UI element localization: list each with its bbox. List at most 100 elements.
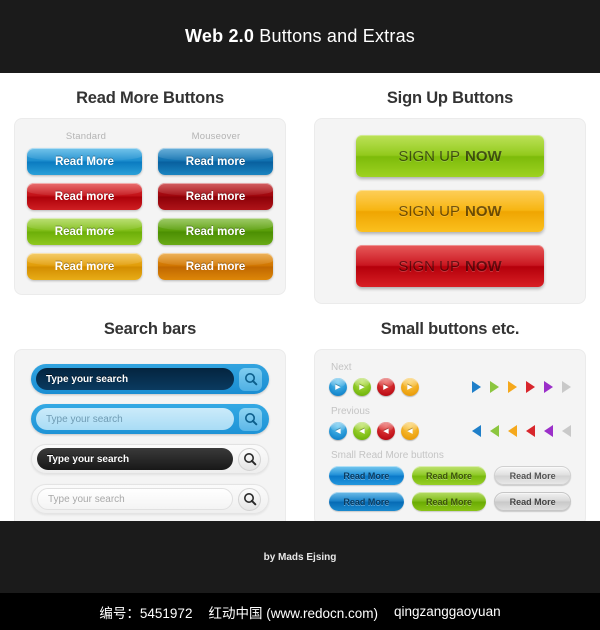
search-bar-light-gray[interactable]: Type your search	[31, 484, 269, 514]
small-read-more-gray-hover-label: Read More	[509, 496, 556, 507]
column-header-standard: Standard	[65, 131, 107, 142]
read-more-button-blue-standard[interactable]: Read More	[27, 148, 142, 175]
triangle-left-gray-icon[interactable]	[562, 425, 571, 437]
read-more-button-orange-standard[interactable]: Read more	[27, 253, 142, 280]
previous-circle-red[interactable]: ◀	[377, 422, 395, 440]
read-more-panel: Standard Mouseover Read More Read more R…	[14, 118, 286, 295]
sign-up-button-red[interactable]: SIGN UP NOW	[356, 245, 544, 287]
search-input-light-gray[interactable]: Type your search	[37, 488, 233, 510]
previous-circle-green[interactable]: ◀	[353, 422, 371, 440]
next-circle-red[interactable]: ▶	[377, 378, 395, 396]
next-label: Next	[331, 362, 352, 373]
triangle-left-orange-icon[interactable]	[508, 425, 517, 437]
next-circle-blue[interactable]: ▶	[329, 378, 347, 396]
sign-up-yellow-label-bold: NOW	[465, 202, 502, 220]
search-bar-black[interactable]: Type your search	[31, 444, 269, 474]
chevron-left-icon: ◀	[407, 427, 413, 435]
small-read-more-blue[interactable]: Read More	[329, 466, 404, 485]
sign-up-green-label-bold: NOW	[465, 147, 502, 165]
bottom-bar: 编号：5451972 红动中国 (www.redocn.com) qingzan…	[0, 593, 600, 630]
sign-up-green-label-light: SIGN UP	[398, 147, 460, 165]
small-read-more-gray-hover[interactable]: Read More	[494, 492, 572, 511]
read-more-button-green-mouseover[interactable]: Read more	[158, 218, 273, 245]
page-title: Web 2.0 Buttons and Extras	[185, 26, 415, 47]
read-more-button-green-standard[interactable]: Read more	[27, 218, 142, 245]
small-read-more-blue-hover-label: Read More	[343, 496, 390, 507]
read-more-button-orange-mouseover[interactable]: Read more	[158, 253, 273, 280]
column-header-mouseover: Mouseover	[191, 131, 241, 142]
search-icon[interactable]	[238, 487, 261, 511]
previous-arrow-row: ◀ ◀ ◀ ◀	[329, 422, 571, 440]
sign-up-button-yellow[interactable]: SIGN UP NOW	[356, 190, 544, 232]
read-more-standard-column: Read More Read more Read more Read more	[27, 148, 142, 280]
next-triangle-group	[472, 381, 571, 393]
chevron-left-icon: ◀	[383, 427, 389, 435]
author-credit: by Mads Ejsing	[263, 551, 337, 563]
chevron-right-icon: ▶	[335, 383, 341, 391]
small-read-more-row-2: Read More Read More Read More	[329, 492, 572, 511]
bottom-bar-user: qingzanggaoyuan	[393, 604, 501, 619]
previous-circle-blue[interactable]: ◀	[329, 422, 347, 440]
search-input-black[interactable]: Type your search	[37, 448, 233, 470]
small-buttons-panel: Next ▶ ▶ ▶ ▶ Previous ◀ ◀ ◀ ◀ Small Read…	[314, 349, 586, 526]
triangle-left-blue-icon[interactable]	[472, 425, 481, 437]
search-bar-light-blue[interactable]: Type your search	[31, 404, 269, 434]
sign-up-section-title: Sign Up Buttons	[386, 89, 514, 107]
small-read-more-green-hover-label: Read More	[426, 496, 473, 507]
page-body: Read More Buttons Standard Mouseover Rea…	[0, 73, 600, 529]
sign-up-red-label-bold: NOW	[465, 257, 502, 275]
chevron-left-icon: ◀	[359, 427, 365, 435]
read-more-section-title: Read More Buttons	[76, 89, 224, 107]
search-input-light-blue[interactable]: Type your search	[36, 408, 234, 430]
next-circle-orange[interactable]: ▶	[401, 378, 419, 396]
search-bars-section-title: Search bars	[103, 320, 197, 338]
search-icon[interactable]	[239, 367, 262, 391]
column-small-buttons: Small buttons etc. Next ▶ ▶ ▶ ▶ Previous…	[300, 304, 600, 529]
small-read-more-label: Small Read More buttons	[331, 450, 444, 461]
small-read-more-gray-label: Read More	[509, 470, 556, 481]
small-read-more-group: Read More Read More Read More Read More …	[329, 466, 572, 511]
chevron-right-icon: ▶	[359, 383, 365, 391]
search-icon[interactable]	[238, 447, 261, 471]
triangle-right-purple-icon[interactable]	[544, 381, 553, 393]
next-circle-green[interactable]: ▶	[353, 378, 371, 396]
bottom-bar-id: 编号：5451972	[99, 605, 193, 621]
triangle-left-green-icon[interactable]	[490, 425, 499, 437]
triangle-left-red-icon[interactable]	[526, 425, 535, 437]
small-read-more-green[interactable]: Read More	[411, 466, 487, 485]
triangle-right-blue-icon[interactable]	[472, 381, 481, 393]
small-buttons-section-title: Small buttons etc.	[380, 320, 520, 338]
page-title-strong: Web 2.0	[185, 26, 255, 46]
read-more-button-red-mouseover[interactable]: Read more	[158, 183, 273, 210]
triangle-right-green-icon[interactable]	[490, 381, 499, 393]
chevron-right-icon: ▶	[407, 383, 413, 391]
previous-circle-orange[interactable]: ◀	[401, 422, 419, 440]
chevron-right-icon: ▶	[383, 383, 389, 391]
chevron-left-icon: ◀	[335, 427, 341, 435]
search-icon[interactable]	[239, 407, 262, 431]
row-bottom: Search bars Type your search Type your s…	[0, 304, 600, 529]
small-read-more-gray[interactable]: Read More	[494, 466, 572, 485]
column-sign-up: Sign Up Buttons SIGN UP NOW SIGN UP NOW …	[300, 73, 600, 304]
small-read-more-blue-hover[interactable]: Read More	[329, 492, 404, 511]
page-footer: by Mads Ejsing	[0, 521, 600, 593]
read-more-button-blue-mouseover[interactable]: Read more	[158, 148, 273, 175]
page-root: Web 2.0 Buttons and Extras Read More But…	[0, 0, 600, 630]
sign-up-button-green[interactable]: SIGN UP NOW	[356, 135, 544, 177]
sign-up-red-label-light: SIGN UP	[398, 257, 460, 275]
previous-circle-group: ◀ ◀ ◀ ◀	[329, 422, 419, 440]
search-bar-dark-blue[interactable]: Type your search	[31, 364, 269, 394]
page-header: Web 2.0 Buttons and Extras	[0, 0, 600, 73]
read-more-button-red-standard[interactable]: Read more	[27, 183, 142, 210]
read-more-column-headers: Standard Mouseover	[29, 131, 273, 142]
triangle-right-gray-icon[interactable]	[562, 381, 571, 393]
sign-up-panel: SIGN UP NOW SIGN UP NOW SIGN UP NOW	[314, 118, 586, 304]
small-read-more-green-hover[interactable]: Read More	[411, 492, 487, 511]
search-input-dark-blue[interactable]: Type your search	[36, 368, 234, 390]
triangle-right-orange-icon[interactable]	[508, 381, 517, 393]
read-more-mouseover-column: Read more Read more Read more Read more	[158, 148, 273, 280]
previous-label: Previous	[331, 406, 370, 417]
triangle-left-purple-icon[interactable]	[544, 425, 553, 437]
triangle-right-red-icon[interactable]	[526, 381, 535, 393]
next-arrow-row: ▶ ▶ ▶ ▶	[329, 378, 571, 396]
